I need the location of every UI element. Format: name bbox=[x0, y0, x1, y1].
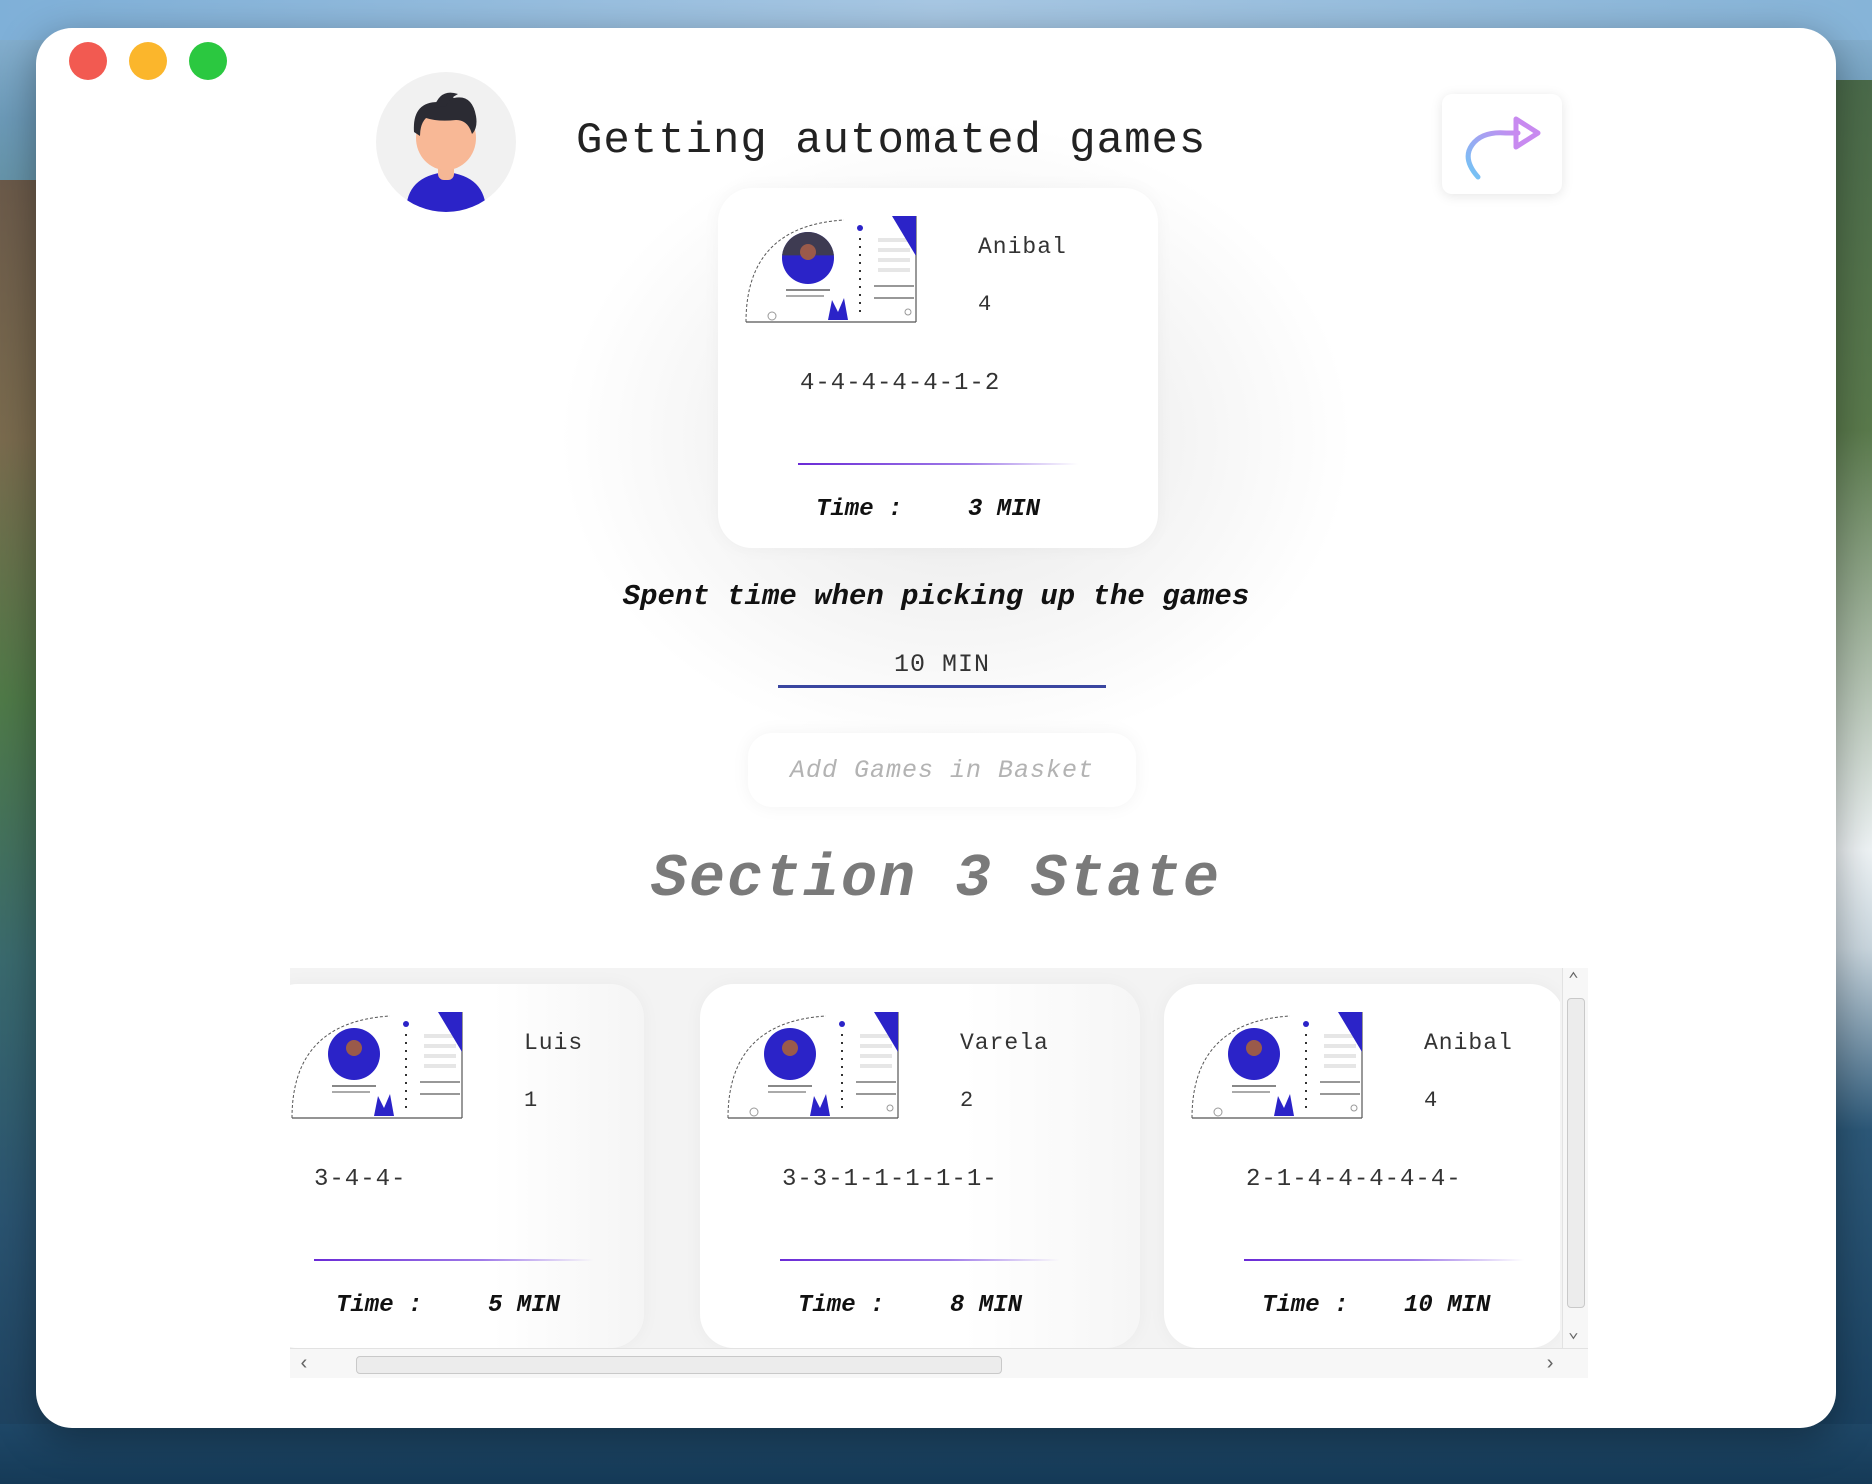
close-window-button[interactable] bbox=[69, 42, 107, 80]
game-card[interactable]: Varela 2 3-3-1-1-1-1-1- Time : 8 MIN bbox=[700, 984, 1140, 1348]
player-name: Varela bbox=[960, 1030, 1049, 1056]
game-sequence: 2-1-4-4-4-4-4- bbox=[1246, 1166, 1462, 1193]
section-title: Section 3 State bbox=[650, 846, 1222, 914]
minimize-window-button[interactable] bbox=[129, 42, 167, 80]
game-card[interactable]: Anibal 4 2-1-4-4-4-4-4- Time : 10 MIN bbox=[1164, 984, 1560, 1348]
time-value: 8 MIN bbox=[950, 1292, 1023, 1319]
time-value: 5 MIN bbox=[488, 1292, 561, 1319]
horizontal-scrollbar[interactable]: ‹ › bbox=[290, 1348, 1588, 1378]
player-name: Anibal bbox=[978, 234, 1067, 260]
profile-card-illustration bbox=[744, 216, 918, 324]
time-label: Time : bbox=[798, 1292, 885, 1319]
horizontal-scroll-thumb[interactable] bbox=[356, 1356, 1002, 1374]
game-sequence: 4-4-4-4-4-1-2 bbox=[800, 370, 1001, 397]
profile-card-illustration bbox=[726, 1012, 900, 1120]
player-number: 4 bbox=[978, 292, 992, 317]
share-arrow-icon bbox=[1465, 116, 1541, 180]
time-label: Time : bbox=[336, 1292, 423, 1319]
avatar-illustration bbox=[406, 92, 486, 212]
player-name: Luis bbox=[524, 1030, 584, 1056]
card-divider bbox=[798, 463, 1078, 465]
time-value: 10 MIN bbox=[1404, 1292, 1491, 1319]
desktop-wallpaper-bottom bbox=[0, 1424, 1872, 1484]
app-window: Getting automated games Anibal 4 4-4-4-4… bbox=[36, 28, 1836, 1428]
user-avatar[interactable] bbox=[376, 72, 516, 212]
profile-card-illustration bbox=[290, 1012, 464, 1120]
vertical-scroll-thumb[interactable] bbox=[1567, 998, 1585, 1308]
player-number: 2 bbox=[960, 1088, 974, 1113]
player-name: Anibal bbox=[1424, 1030, 1513, 1056]
game-sequence: 3-3-1-1-1-1-1- bbox=[782, 1166, 998, 1193]
card-divider bbox=[1244, 1259, 1524, 1261]
card-divider bbox=[780, 1259, 1060, 1261]
spent-time-label: Spent time when picking up the games bbox=[622, 580, 1250, 613]
scroll-down-icon[interactable]: ⌄ bbox=[1568, 1324, 1579, 1342]
share-button[interactable] bbox=[1442, 94, 1562, 194]
time-label: Time : bbox=[816, 496, 903, 523]
game-sequence: 3-4-4- bbox=[314, 1166, 407, 1193]
player-number: 4 bbox=[1424, 1088, 1438, 1113]
page-title: Getting automated games bbox=[576, 116, 1207, 166]
spent-time-input[interactable] bbox=[778, 644, 1106, 688]
featured-game-card[interactable]: Anibal 4 4-4-4-4-4-1-2 Time : 3 MIN bbox=[718, 188, 1158, 548]
profile-card-illustration bbox=[1190, 1012, 1364, 1120]
scroll-left-icon[interactable]: ‹ bbox=[298, 1353, 310, 1376]
game-card[interactable]: Luis 1 3-4-4- Time : 5 MIN bbox=[290, 984, 644, 1348]
scroll-up-icon[interactable]: ⌃ bbox=[1568, 972, 1579, 990]
card-divider bbox=[314, 1259, 594, 1261]
time-label: Time : bbox=[1262, 1292, 1349, 1319]
vertical-scrollbar[interactable]: ⌃ ⌄ bbox=[1562, 968, 1588, 1348]
add-games-button[interactable]: Add Games in Basket bbox=[748, 733, 1136, 807]
player-number: 1 bbox=[524, 1088, 538, 1113]
scroll-right-icon[interactable]: › bbox=[1544, 1353, 1556, 1376]
time-value: 3 MIN bbox=[968, 496, 1041, 523]
cards-track: Luis 1 3-4-4- Time : 5 MIN Varela 2 3-3-… bbox=[290, 968, 1560, 1348]
section-cards-scroll-area[interactable]: Luis 1 3-4-4- Time : 5 MIN Varela 2 3-3-… bbox=[290, 968, 1588, 1378]
maximize-window-button[interactable] bbox=[189, 42, 227, 80]
